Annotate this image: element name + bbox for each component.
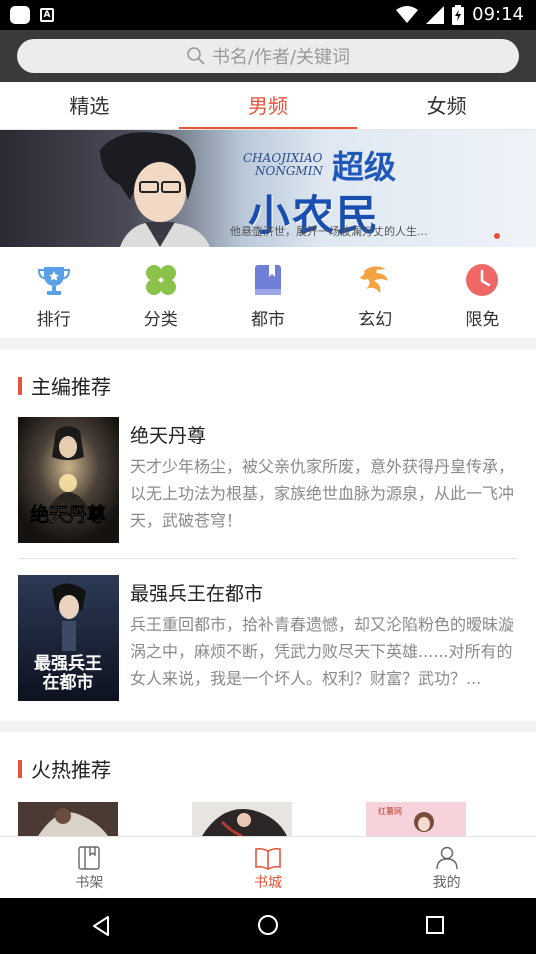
category-label: 玄幻	[358, 310, 393, 330]
category-ranking[interactable]: 排行	[0, 247, 107, 338]
tab-female[interactable]: 女频	[357, 82, 536, 129]
open-book-icon	[255, 847, 281, 870]
svg-text:红薯网: 红薯网	[378, 806, 402, 816]
dragon-icon	[358, 263, 392, 297]
banner-title-en: CHAOJIXIAO NONGMIN	[243, 151, 323, 178]
nav-label: 书架	[75, 875, 104, 891]
tab-featured[interactable]: 精选	[0, 82, 179, 129]
clover-icon	[144, 263, 178, 297]
back-icon[interactable]	[90, 915, 112, 937]
nav-bookshelf[interactable]: 书架	[0, 837, 179, 898]
category-label: 分类	[143, 310, 178, 330]
recents-icon[interactable]	[425, 915, 445, 935]
nav-label: 我的	[432, 875, 461, 891]
section-title: 火热推荐	[31, 758, 111, 782]
category-free[interactable]: 限免	[429, 247, 536, 338]
tab-male[interactable]: 男频	[178, 82, 358, 129]
promo-banner[interactable]: CHAOJIXIAO NONGMIN 超级 小农民 他悬壶济世，展开一场波澜万丈…	[0, 130, 536, 247]
search-icon	[187, 47, 205, 65]
banner-caption: 他悬壶济世，展开一场波澜万丈的人生...	[230, 225, 428, 238]
book-cover-title: 绝天丹尊	[30, 503, 106, 526]
book-title: 最强兵王在都市	[130, 583, 264, 605]
search-input[interactable]: 书名/作者/关键词	[17, 39, 519, 73]
section-title: 主编推荐	[31, 375, 111, 399]
signal-icon	[426, 5, 445, 24]
category-classify[interactable]: 分类	[107, 247, 214, 338]
bookshelf-icon	[78, 846, 101, 870]
wifi-icon	[396, 5, 419, 23]
list-divider	[18, 558, 518, 559]
notification-icon	[10, 6, 30, 24]
book-description: 兵王重回都市，拾补青春遗憾，却又沦陷粉色的暧昧漩涡之中，麻烦不断，凭武力败尽天下…	[130, 615, 515, 688]
svg-text:在都市: 在都市	[43, 672, 94, 693]
book-item[interactable]: 绝天丹尊 绝天丹尊 天才少年杨尘，被父亲仇家所废，意外获得丹皇传承，以无上功法为…	[18, 417, 518, 545]
battery-icon	[452, 4, 465, 25]
book-icon	[251, 263, 285, 297]
nav-bookstore[interactable]: 书城	[179, 837, 358, 898]
book-description: 天才少年杨尘，被父亲仇家所废，意外获得丹皇传承，以无上功法为根基，家族绝世血脉为…	[130, 457, 515, 530]
category-label: 限免	[465, 310, 500, 330]
search-placeholder: 书名/作者/关键词	[211, 47, 351, 68]
nav-label: 书城	[254, 875, 282, 891]
home-icon[interactable]	[257, 914, 279, 936]
section-header-hot: 火热推荐	[18, 754, 111, 783]
banner-character-image	[100, 132, 210, 247]
category-shortcuts: 排行 分类 都市 玄幻 限免	[0, 247, 536, 338]
trophy-icon	[37, 263, 71, 297]
book-cover: 绝天丹尊	[18, 417, 119, 543]
category-label: 都市	[251, 310, 285, 330]
channel-tabs: 精选 男频 女频	[0, 82, 536, 130]
clock-icon	[465, 263, 499, 297]
section-accent-bar	[18, 376, 22, 395]
bottom-navigation: 书架 书城 我的	[0, 836, 536, 898]
hot-book-cover[interactable]	[18, 802, 118, 836]
category-label: 排行	[36, 310, 71, 330]
section-spacer	[0, 721, 536, 732]
section-spacer	[0, 338, 536, 349]
status-bar: A 09:14	[0, 0, 536, 30]
hot-book-cover[interactable]	[192, 802, 292, 836]
book-cover: 最强兵王 在都市	[18, 575, 119, 701]
hot-book-cover[interactable]: 红薯网	[366, 802, 466, 836]
clock-time: 09:14	[472, 4, 524, 25]
book-title: 绝天丹尊	[130, 425, 207, 447]
book-item[interactable]: 最强兵王 在都市 最强兵王在都市 兵王重回都市，拾补青春遗憾，却又沦陷粉色的暧昧…	[18, 575, 518, 703]
nav-profile[interactable]: 我的	[357, 837, 536, 898]
section-header-editor: 主编推荐	[18, 371, 111, 400]
category-fantasy[interactable]: 玄幻	[322, 247, 429, 338]
banner-page-indicator	[494, 233, 500, 239]
search-bar: 书名/作者/关键词	[0, 30, 536, 82]
person-icon	[435, 846, 458, 870]
category-urban[interactable]: 都市	[214, 247, 321, 338]
system-navigation-bar	[0, 898, 536, 954]
svg-text:最强兵王: 最强兵王	[34, 653, 102, 674]
font-notification-icon: A	[40, 8, 54, 22]
section-accent-bar	[18, 759, 22, 778]
